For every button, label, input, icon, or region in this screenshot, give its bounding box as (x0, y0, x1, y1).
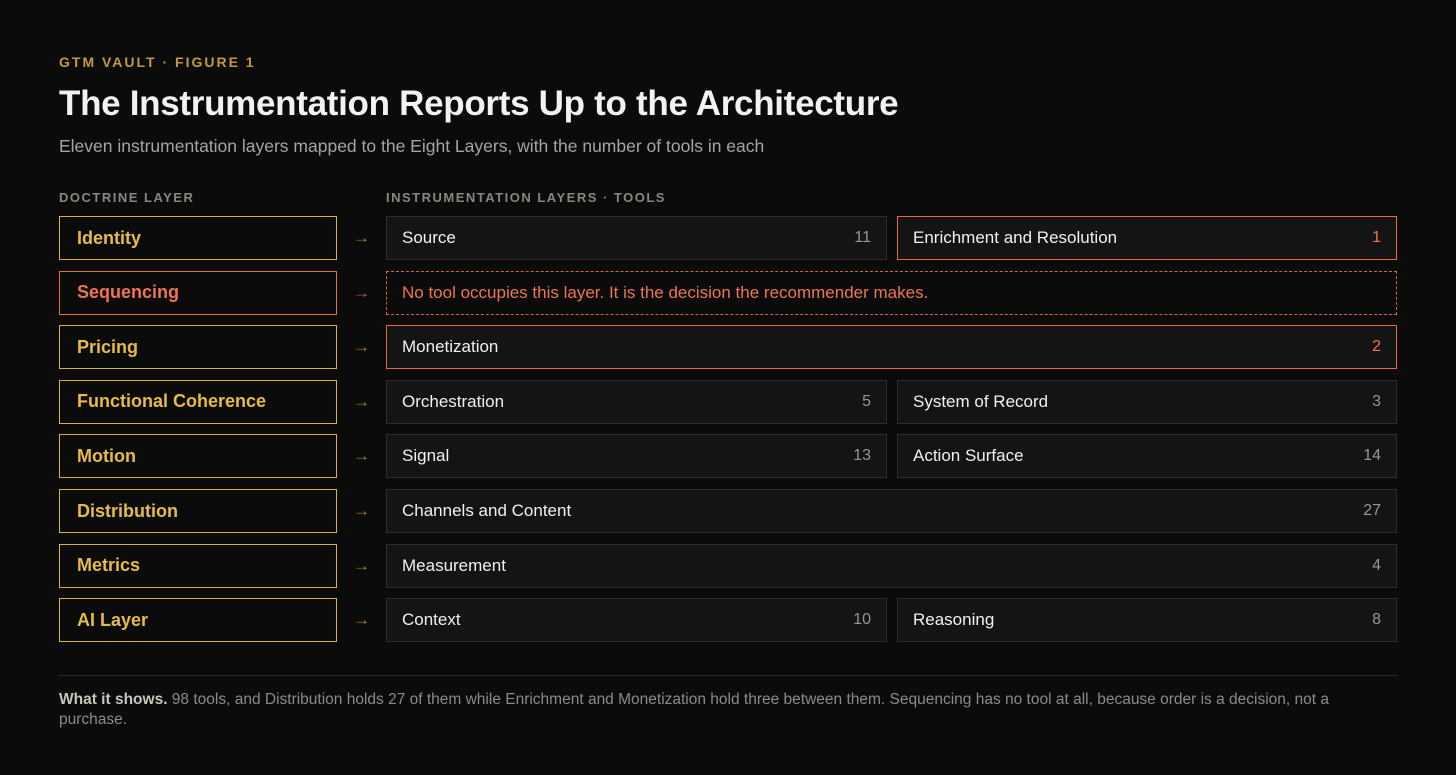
tool-count: 5 (862, 392, 871, 410)
tool-count: 27 (1363, 502, 1381, 519)
empty-layer-note-box: No tool occupies this layer. It is the d… (386, 270, 1397, 315)
arrow-icon: → (353, 446, 370, 466)
doctrine-layer-box: Functional Coherence (59, 379, 337, 424)
tool-layer-box: Orchestration 5 (386, 379, 887, 424)
row-functional-coherence: Functional Coherence → Orchestration 5 S… (59, 379, 1397, 424)
doctrine-layer-box: Metrics (59, 543, 337, 588)
arrow-icon: → (353, 391, 370, 411)
page-title: The Instrumentation Reports Up to the Ar… (59, 84, 899, 123)
tool-count: 11 (854, 229, 871, 246)
doctrine-layer-label: Identity (77, 227, 142, 248)
tool-layer-name: Signal (402, 446, 450, 466)
tool-layer-box: Context 10 (386, 598, 887, 643)
tool-layer-box: Reasoning 8 (897, 598, 1397, 643)
tool-layer-box: Action Surface 14 (897, 434, 1397, 479)
tool-count: 3 (1372, 392, 1381, 410)
doctrine-layer-label: Distribution (77, 500, 178, 521)
row-motion: Motion → Signal 13 Action Surface 14 (59, 434, 1397, 479)
tool-layer-box: Signal 13 (386, 434, 887, 479)
page-subtitle: Eleven instrumentation layers mapped to … (59, 136, 765, 156)
column-header-doctrine: DOCTRINE LAYER (59, 190, 195, 205)
arrow-icon: → (353, 555, 370, 575)
tool-layer-name: Monetization (402, 337, 499, 357)
doctrine-layer-box: Distribution (59, 489, 337, 533)
arrow-icon: → (353, 337, 370, 357)
tool-layer-name: Action Surface (913, 446, 1024, 466)
tool-layer-name: Channels and Content (402, 501, 572, 520)
tool-layer-name: Orchestration (402, 391, 505, 411)
doctrine-layer-label: Metrics (77, 555, 141, 576)
arrow-icon: → (353, 501, 370, 520)
tool-count: 4 (1372, 556, 1381, 574)
arrow-icon: → (353, 610, 370, 630)
doctrine-layer-label: AI Layer (77, 609, 149, 630)
doctrine-layer-box: Pricing (59, 325, 337, 370)
tool-layer-box: Measurement 4 (386, 543, 1397, 588)
tool-layer-box: Channels and Content 27 (386, 489, 1397, 533)
row-metrics: Metrics → Measurement 4 (59, 543, 1397, 588)
tool-count: 1 (1372, 229, 1381, 246)
arrow-icon: → (353, 282, 370, 302)
row-sequencing: Sequencing → No tool occupies this layer… (59, 270, 1397, 315)
tool-layer-box-highlight: Enrichment and Resolution 1 (897, 216, 1397, 260)
tool-count: 13 (853, 447, 871, 465)
doctrine-layer-label: Sequencing (77, 282, 180, 303)
doctrine-layer-label: Pricing (77, 336, 139, 357)
doctrine-layer-box: Motion (59, 434, 337, 479)
tool-layer-name: System of Record (913, 391, 1049, 411)
eyebrow: GTM VAULT · FIGURE 1 (59, 54, 256, 70)
tool-layer-name: Reasoning (913, 610, 995, 630)
tool-count: 10 (853, 611, 871, 629)
arrow-icon: → (353, 228, 370, 247)
tool-count: 8 (1372, 611, 1381, 629)
doctrine-layer-box-highlight: Sequencing (59, 270, 337, 315)
doctrine-layer-box: AI Layer (59, 598, 337, 643)
empty-layer-note: No tool occupies this layer. It is the d… (402, 282, 929, 302)
tool-layer-name: Enrichment and Resolution (913, 228, 1118, 247)
tool-layer-box-highlight: Monetization 2 (386, 325, 1397, 370)
footnote-text: 98 tools, and Distribution holds 27 of t… (59, 691, 1329, 728)
row-ai-layer: AI Layer → Context 10 Reasoning 8 (59, 598, 1397, 643)
footnote: What it shows. 98 tools, and Distributio… (59, 690, 1379, 730)
row-identity: Identity → Source 11 Enrichment and Reso… (59, 216, 1397, 260)
doctrine-layer-label: Functional Coherence (77, 391, 267, 412)
tool-layer-box: System of Record 3 (897, 379, 1397, 424)
tool-count: 14 (1363, 447, 1381, 465)
tool-layer-name: Measurement (402, 555, 506, 575)
doctrine-layer-box: Identity (59, 216, 337, 260)
tool-layer-box: Source 11 (386, 216, 887, 260)
tool-count: 2 (1372, 338, 1381, 356)
doctrine-layer-label: Motion (77, 445, 136, 466)
column-header-instrumentation: INSTRUMENTATION LAYERS · TOOLS (386, 190, 666, 205)
footnote-lead: What it shows. (59, 691, 168, 708)
tool-layer-name: Source (402, 228, 456, 247)
row-distribution: Distribution → Channels and Content 27 (59, 489, 1397, 533)
footer-divider (59, 675, 1397, 676)
tool-layer-name: Context (402, 610, 461, 630)
row-pricing: Pricing → Monetization 2 (59, 325, 1397, 370)
